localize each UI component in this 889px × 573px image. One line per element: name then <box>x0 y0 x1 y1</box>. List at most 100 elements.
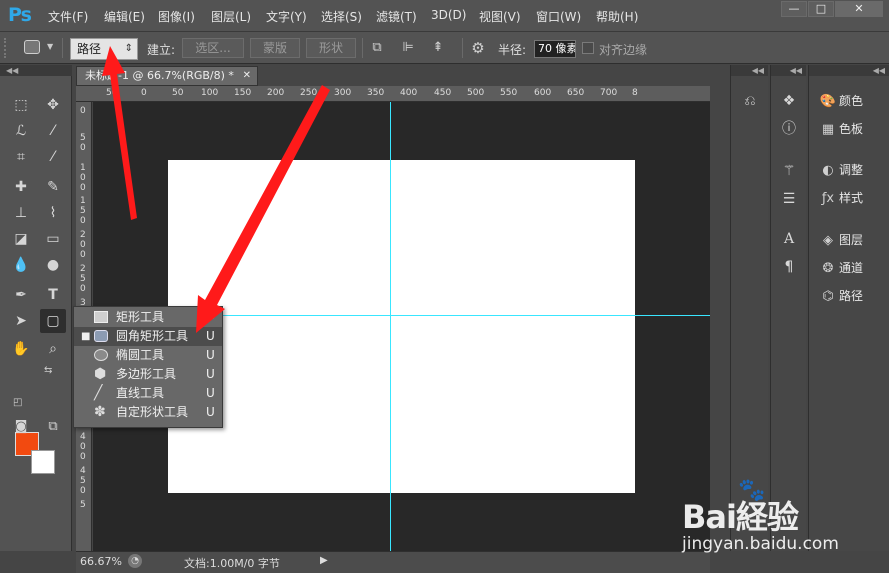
flyout-item-custom-shape[interactable]: ✽ 自定形状工具 U <box>74 403 222 422</box>
menu-select[interactable]: 选择(S) <box>321 8 362 25</box>
quick-mask-icon[interactable]: ◙ <box>8 415 34 439</box>
path-alignment-icon[interactable]: ⊫ <box>400 40 416 56</box>
path-arrangement-icon[interactable]: ⇞ <box>430 40 446 56</box>
dodge-tool-icon[interactable]: ● <box>40 253 66 277</box>
collapse-toolbar-icon[interactable]: ◀◀ <box>0 65 72 76</box>
panel-paths[interactable]: ⌬ 路径 <box>817 283 889 309</box>
pen-tool-icon[interactable]: ✒ <box>8 283 34 307</box>
panel-layers[interactable]: ◈ 图层 <box>817 227 889 253</box>
ruler-label: 350 <box>367 88 385 98</box>
document-info: 文档:1.00M/0 字节 <box>184 557 280 570</box>
flyout-item-line[interactable]: ╱ 直线工具 U <box>74 384 222 403</box>
document-canvas[interactable] <box>168 160 635 493</box>
layers-icon: ◈ <box>823 233 833 248</box>
menu-image[interactable]: 图像(I) <box>158 8 195 25</box>
panel-color[interactable]: 🎨 颜色 <box>817 88 889 114</box>
minimize-button[interactable]: — <box>781 1 807 17</box>
paragraph-icon[interactable]: ¶ <box>777 257 801 277</box>
close-button[interactable]: ✕ <box>835 1 883 17</box>
adjustments-icon: ◐ <box>822 163 834 178</box>
flyout-item-rectangle[interactable]: 矩形工具 <box>74 308 222 327</box>
menu-layer[interactable]: 图层(L) <box>211 8 251 25</box>
vertical-guide[interactable] <box>390 102 391 551</box>
crop-tool-icon[interactable]: ⌗ <box>8 145 34 169</box>
palette-icon: 🎨 <box>819 94 837 109</box>
ruler-label: 200 <box>267 88 285 98</box>
ruler-label: 250 <box>300 88 318 98</box>
document-tab[interactable]: 未标题-1 @ 66.7%(RGB/8) * ✕ <box>76 66 258 86</box>
collapse-panel-icon[interactable]: ◀◀ <box>731 65 768 76</box>
history-brush-tool-icon[interactable]: ⌇ <box>40 201 66 225</box>
status-options-icon[interactable]: ◔ <box>128 554 142 568</box>
sliders-icon[interactable]: ☰ <box>777 189 801 209</box>
menu-type[interactable]: 文字(Y) <box>266 8 307 25</box>
panel-styles[interactable]: ƒx 样式 <box>817 185 889 211</box>
tool-mode-select[interactable]: 路径 ⇕ <box>70 38 138 60</box>
default-colors-icon[interactable]: ◰ <box>13 397 22 408</box>
lasso-tool-icon[interactable]: ℒ <box>8 119 34 143</box>
quick-select-tool-icon[interactable]: ⁄ <box>40 119 66 143</box>
align-edges-checkbox[interactable] <box>582 42 594 54</box>
radius-label: 半径: <box>498 43 527 57</box>
menu-filter[interactable]: 滤镜(T) <box>376 8 417 25</box>
hand-tool-icon[interactable]: ✋ <box>8 337 34 361</box>
brush-presets-icon[interactable]: ⚚ <box>777 161 801 181</box>
swap-colors-icon[interactable]: ⇆ <box>44 365 52 376</box>
type-tool-icon[interactable]: T <box>40 283 66 307</box>
zoom-level[interactable]: 66.67% <box>80 555 122 568</box>
menu-window[interactable]: 窗口(W) <box>536 8 581 25</box>
menu-view[interactable]: 视图(V) <box>479 8 521 25</box>
character-icon[interactable]: A <box>777 229 801 249</box>
rounded-rectangle-icon <box>94 330 108 342</box>
rounded-rectangle-tool-icon[interactable]: ▢ <box>40 309 66 333</box>
path-selection-tool-icon[interactable]: ➤ <box>8 309 34 333</box>
path-operations-icon[interactable]: ⧉ <box>369 40 385 56</box>
screen-mode-icon[interactable]: ⧉ <box>40 415 66 439</box>
info-icon[interactable]: ⓘ <box>777 119 801 139</box>
zoom-tool-icon[interactable]: ⌕ <box>40 337 66 361</box>
background-color-swatch[interactable] <box>31 450 55 474</box>
3d-panel-icon[interactable]: ❖ <box>777 91 801 111</box>
marquee-tool-icon[interactable]: ⬚ <box>8 93 34 117</box>
menu-edit[interactable]: 编辑(E) <box>104 8 145 25</box>
paths-icon: ⌬ <box>822 289 834 304</box>
make-shape-button[interactable]: 形状 <box>306 38 356 58</box>
ruler-label: 100 <box>201 88 219 98</box>
menu-3d[interactable]: 3D(D) <box>431 8 466 22</box>
menu-help[interactable]: 帮助(H) <box>596 8 638 25</box>
move-tool-icon[interactable]: ✥ <box>40 93 66 117</box>
panel-channels[interactable]: ❂ 通道 <box>817 255 889 281</box>
eraser-tool-icon[interactable]: ◪ <box>8 227 34 251</box>
flyout-item-ellipse[interactable]: 椭圆工具 U <box>74 346 222 365</box>
rectangle-icon <box>94 311 108 323</box>
make-mask-button[interactable]: 蒙版 <box>250 38 300 58</box>
collapse-panel-icon[interactable]: ◀◀ <box>771 65 806 76</box>
tool-preset-chevron-icon[interactable]: ▼ <box>47 42 53 51</box>
radius-input[interactable]: 70 像素 <box>534 40 576 58</box>
swatches-icon: ▦ <box>821 122 835 137</box>
status-menu-arrow-icon[interactable]: ▶ <box>320 555 328 566</box>
make-selection-button[interactable]: 选区... <box>182 38 244 58</box>
flyout-item-polygon[interactable]: ⬢ 多边形工具 U <box>74 365 222 384</box>
history-icon[interactable]: ⎌ <box>738 91 762 111</box>
healing-brush-tool-icon[interactable]: ✚ <box>8 175 34 199</box>
collapse-panel-icon[interactable]: ◀◀ <box>809 65 889 76</box>
gear-icon[interactable]: ⚙ <box>470 40 486 56</box>
panel-swatches[interactable]: ▦ 色板 <box>817 116 889 142</box>
flyout-item-rounded-rectangle[interactable]: ■ 圆角矩形工具 U <box>74 327 222 346</box>
clone-stamp-tool-icon[interactable]: ⊥ <box>8 201 34 225</box>
maximize-button[interactable]: □ <box>808 1 834 17</box>
eyedropper-tool-icon[interactable]: ⁄ <box>40 145 66 169</box>
blur-tool-icon[interactable]: 💧 <box>8 253 34 277</box>
ruler-label: 50 <box>106 88 118 98</box>
ruler-label: 5 <box>80 274 86 284</box>
brush-tool-icon[interactable]: ✎ <box>40 175 66 199</box>
ruler-label: 300 <box>334 88 352 98</box>
line-icon: ╱ <box>94 385 103 401</box>
menu-bar: Ps 文件(F) 编辑(E) 图像(I) 图层(L) 文字(Y) 选择(S) 滤… <box>0 0 889 32</box>
tool-preset-icon[interactable] <box>24 40 40 54</box>
menu-file[interactable]: 文件(F) <box>48 8 88 25</box>
gradient-tool-icon[interactable]: ▭ <box>40 227 66 251</box>
close-tab-icon[interactable]: ✕ <box>243 67 251 85</box>
panel-adjustments[interactable]: ◐ 调整 <box>817 157 889 183</box>
